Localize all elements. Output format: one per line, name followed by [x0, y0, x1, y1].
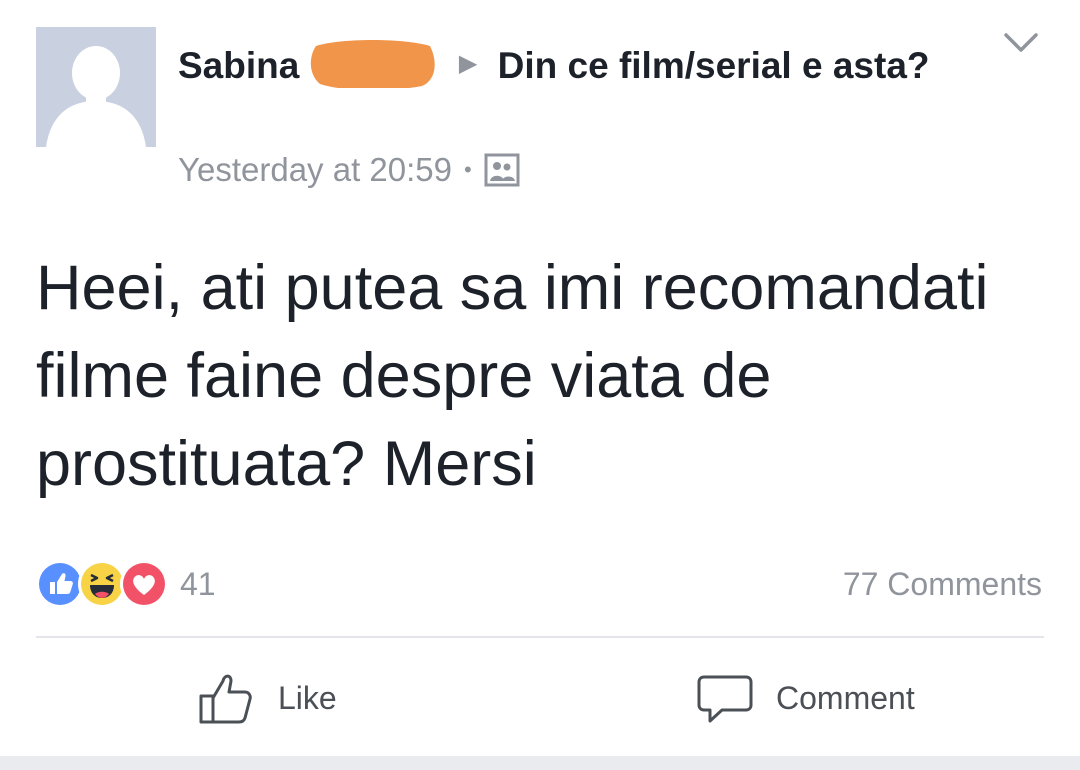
like-label: Like — [278, 679, 337, 716]
reactions-summary[interactable]: 41 — [36, 560, 216, 608]
default-profile-icon — [36, 27, 156, 147]
post-header: Sabina ▶ Din ce film/serial e asta? — [178, 40, 978, 94]
group-name[interactable]: Din ce film/serial e asta? — [498, 45, 930, 86]
reactions-count[interactable]: 41 — [180, 566, 216, 603]
comment-bubble-icon — [697, 675, 753, 723]
author-name[interactable]: Sabina — [178, 45, 299, 86]
comments-count[interactable]: 77 Comments — [843, 560, 1042, 608]
chevron-down-icon[interactable] — [1002, 30, 1040, 56]
post-body: Heei, ati putea sa imi recomandati filme… — [36, 253, 989, 499]
timestamp[interactable]: Yesterday at 20:59 — [178, 151, 452, 189]
post-meta: Yesterday at 20:59 • — [178, 146, 520, 194]
thumbs-up-icon — [199, 674, 252, 724]
divider — [36, 636, 1044, 638]
love-reaction-icon — [120, 560, 168, 608]
redaction-mark — [310, 36, 435, 91]
arrow-right-icon: ▶ — [458, 50, 478, 78]
like-button[interactable]: Like — [198, 664, 337, 732]
haha-reaction-icon — [78, 560, 126, 608]
separator-dot: • — [464, 157, 472, 182]
feed-separator-bar — [0, 756, 1080, 770]
comment-label: Comment — [776, 679, 915, 716]
avatar[interactable] — [36, 27, 156, 147]
group-audience-icon — [484, 152, 520, 188]
comment-button[interactable]: Comment — [696, 664, 915, 732]
like-reaction-icon — [36, 560, 84, 608]
